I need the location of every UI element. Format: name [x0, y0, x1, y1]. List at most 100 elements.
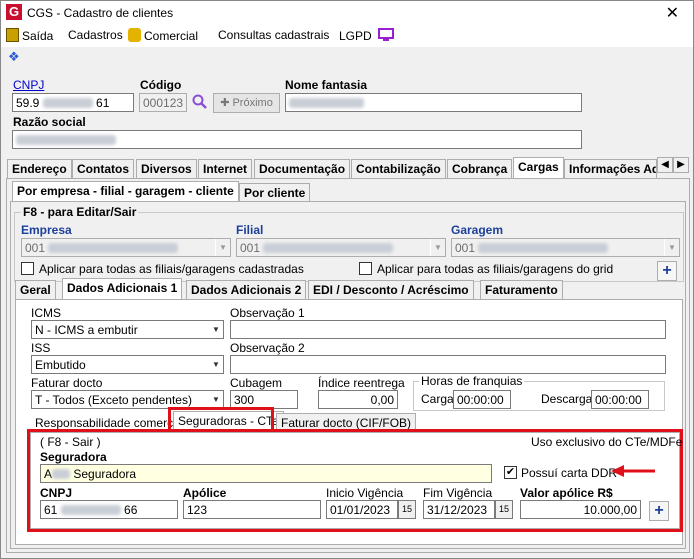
- codigo-field[interactable]: 000123: [139, 93, 187, 112]
- chevron-down-icon: ▼: [208, 321, 223, 338]
- apolice-field[interactable]: 123: [183, 500, 321, 519]
- menu-saida[interactable]: Saída: [6, 28, 53, 43]
- empresa-label: Empresa: [21, 223, 72, 237]
- tab-scroll-right-icon[interactable]: ▶: [673, 157, 689, 173]
- proximo-button[interactable]: ✚ Próximo: [213, 93, 280, 113]
- aplicar-todas-label: Aplicar para todas as filiais/garagens c…: [39, 262, 304, 276]
- empresa-combo[interactable]: 001 ▼: [21, 238, 231, 257]
- icms-label: ICMS: [31, 306, 61, 320]
- tab-geral[interactable]: Geral: [15, 280, 56, 300]
- annotation-arrow-icon: [611, 465, 655, 477]
- razao-social-field[interactable]: [12, 130, 582, 149]
- franquias-label: Horas de franquias: [419, 374, 525, 388]
- descarga-label: Descarga: [541, 392, 593, 406]
- observacao2-field[interactable]: [230, 355, 666, 374]
- carga-field[interactable]: 00:00:00: [453, 390, 511, 409]
- apolice-label: Apólice: [183, 486, 227, 500]
- carga-label: Carga: [421, 392, 454, 406]
- client-registration-window: G CGS - Cadastro de clientes ✕ Saída Cad…: [0, 0, 694, 559]
- iss-combo[interactable]: Embutido ▼: [31, 355, 224, 374]
- tab-por-cliente[interactable]: Por cliente: [239, 183, 311, 202]
- tab-contatos[interactable]: Contatos: [72, 159, 134, 179]
- codigo-label: Código: [140, 78, 182, 92]
- valor-apolice-field[interactable]: 10.000,00: [520, 500, 641, 519]
- garagem-combo[interactable]: 001 ▼: [451, 238, 680, 257]
- tab-internet[interactable]: Internet: [198, 159, 253, 179]
- tab-edi[interactable]: EDI / Desconto / Acréscimo: [308, 280, 474, 300]
- tab-cobranca[interactable]: Cobrança: [447, 159, 513, 179]
- menu-lgpd[interactable]: LGPD: [339, 28, 395, 43]
- f8-caption: F8 - para Editar/Sair: [21, 205, 139, 219]
- cnpj-label[interactable]: CNPJ: [13, 78, 44, 92]
- tab-documentacao[interactable]: Documentação: [254, 159, 351, 179]
- tab-dados-adicionais-2[interactable]: Dados Adicionais 2: [186, 280, 307, 300]
- nome-fantasia-label: Nome fantasia: [285, 78, 368, 92]
- observacao2-label: Observação 2: [230, 341, 305, 355]
- calendar-icon[interactable]: 15: [398, 500, 416, 519]
- add-garagem-button[interactable]: +: [657, 261, 677, 281]
- faturar-label: Faturar docto: [31, 376, 103, 390]
- calendar-icon[interactable]: 15: [495, 500, 513, 519]
- filial-combo[interactable]: 001 ▼: [236, 238, 446, 257]
- plus-icon: ✚: [220, 97, 230, 109]
- nome-fantasia-field[interactable]: [285, 93, 582, 112]
- descarga-field[interactable]: 00:00:00: [591, 390, 649, 409]
- search-icon[interactable]: [192, 94, 208, 110]
- plus-icon: +: [654, 502, 664, 519]
- chevron-down-icon: ▼: [215, 239, 230, 256]
- coins-icon: [128, 28, 141, 42]
- indice-field[interactable]: 0,00: [318, 390, 398, 409]
- close-button[interactable]: ✕: [666, 3, 679, 23]
- seg-f8-caption: ( F8 - Sair ): [40, 435, 101, 449]
- tab-scroll-left-icon[interactable]: ◀: [657, 157, 673, 173]
- main-tab-strip: Endereço Contatos Diversos Internet Docu…: [7, 157, 657, 179]
- tab-responsabilidade-comercial[interactable]: Responsabilidade comercial: [35, 416, 185, 430]
- valor-apolice-label: Valor apólice R$: [520, 486, 613, 500]
- observacao1-field[interactable]: [230, 320, 666, 339]
- filial-label: Filial: [236, 223, 264, 237]
- razao-social-label: Razão social: [13, 115, 86, 129]
- aplicar-grid-checkbox[interactable]: [359, 262, 372, 275]
- menu-bar: Saída Cadastros Comercial Consultas cada…: [1, 25, 693, 47]
- fim-vigencia-field[interactable]: 31/12/2023: [423, 500, 495, 519]
- seguradora-field[interactable]: A Seguradora: [40, 464, 492, 483]
- fim-vigencia-label: Fim Vigência: [423, 486, 493, 500]
- icms-combo[interactable]: N - ICMS a embutir ▼: [31, 320, 224, 339]
- garagem-label: Garagem: [451, 223, 504, 237]
- tab-por-empresa[interactable]: Por empresa - filial - garagem - cliente: [12, 181, 239, 202]
- seguradora-label: Seguradora: [40, 450, 107, 464]
- menu-cadastros[interactable]: Cadastros: [68, 28, 123, 42]
- tab-cargas[interactable]: Cargas: [513, 157, 564, 179]
- aplicar-todas-checkbox[interactable]: [21, 262, 34, 275]
- tab-informacoes-adicionais[interactable]: Informações Adi: [564, 159, 657, 179]
- navigate-icon[interactable]: ❖: [8, 49, 20, 65]
- plus-icon: +: [662, 262, 672, 279]
- seg-cnpj-field[interactable]: 61 66: [40, 500, 178, 519]
- cnpj-field[interactable]: 59.9 61: [12, 93, 134, 112]
- inicio-vigencia-field[interactable]: 01/01/2023: [326, 500, 398, 519]
- menu-consultas-cadastrais[interactable]: Consultas cadastrais: [218, 28, 329, 42]
- monitor-icon: [378, 28, 395, 41]
- tab-faturamento[interactable]: Faturamento: [480, 280, 563, 300]
- inicio-vigencia-label: Inicio Vigência: [326, 486, 404, 500]
- title-bar: G CGS - Cadastro de clientes ✕: [1, 1, 693, 25]
- possui-ddr-checkbox[interactable]: ✔: [504, 466, 517, 479]
- window-title: CGS - Cadastro de clientes: [27, 6, 174, 20]
- tab-scroll: ◀ ▶: [657, 157, 689, 173]
- tab-diversos[interactable]: Diversos: [136, 159, 197, 179]
- chevron-down-icon: ▼: [208, 356, 223, 373]
- tab-contabilizacao[interactable]: Contabilização: [351, 159, 446, 179]
- possui-ddr-label: Possuí carta DDR: [521, 466, 618, 480]
- menu-comercial[interactable]: Comercial: [128, 28, 198, 43]
- add-seguradora-button[interactable]: +: [649, 501, 669, 521]
- seg-cnpj-label: CNPJ: [40, 486, 73, 500]
- iss-label: ISS: [31, 341, 51, 355]
- app-logo-icon: G: [6, 4, 22, 20]
- tab-endereco[interactable]: Endereço: [7, 159, 72, 179]
- observacao1-label: Observação 1: [230, 306, 305, 320]
- indice-label: Índice reentrega: [318, 376, 405, 390]
- uso-exclusivo-label: Uso exclusivo do CTe/MDFe: [531, 435, 683, 449]
- cubagem-label: Cubagem: [230, 376, 283, 390]
- tab-dados-adicionais-1[interactable]: Dados Adicionais 1: [62, 278, 183, 300]
- exit-door-icon: [6, 28, 19, 42]
